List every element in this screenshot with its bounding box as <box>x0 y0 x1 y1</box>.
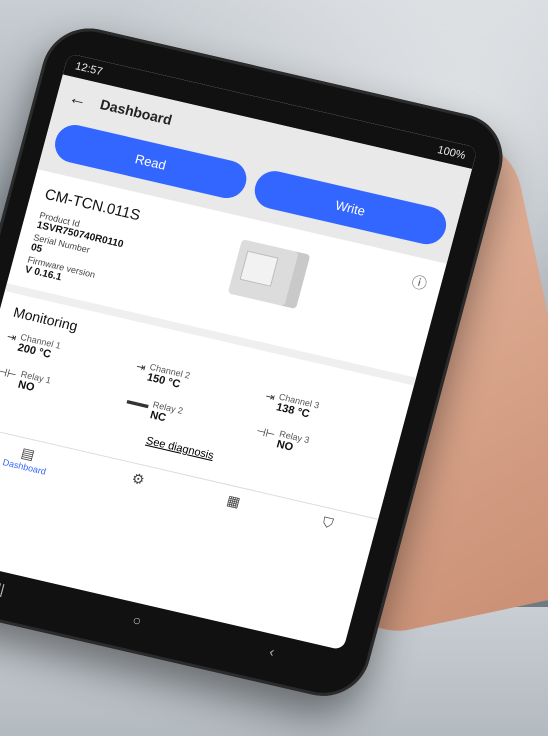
tab-dashboard[interactable]: ▤ Dashboard <box>2 441 52 477</box>
phone: 12:57 100% ← Dashboard Read Write CM-TCN… <box>0 0 548 736</box>
product-details: CM-TCN.011S Product Id 1SVR750740R0110 S… <box>23 186 143 299</box>
gear-icon: ⚙ <box>130 469 147 489</box>
tab-security[interactable]: ⛉ <box>318 514 335 542</box>
recents-icon[interactable]: ||| <box>0 579 6 597</box>
page-title: Dashboard <box>98 96 174 128</box>
channel-icon: ⇥ <box>134 360 147 375</box>
relay-icon: ⊣⊢ <box>254 425 277 442</box>
home-icon[interactable]: ○ <box>131 612 143 629</box>
arrow-left-icon[interactable]: ← <box>67 86 90 110</box>
channel-icon: ⇥ <box>263 390 277 405</box>
relay-icon: ⊣⊢ <box>0 365 18 382</box>
phone-screen: 12:57 100% ← Dashboard Read Write CM-TCN… <box>0 53 478 651</box>
back-icon[interactable]: ‹ <box>268 643 277 660</box>
device-icon: ▦ <box>225 491 243 511</box>
tab-device[interactable]: ▦ <box>222 492 242 521</box>
shield-check-icon: ⛉ <box>320 513 336 532</box>
relay-icon: ▬▬ <box>125 394 151 412</box>
channel-icon: ⇥ <box>5 330 18 345</box>
status-battery: 100% <box>436 144 467 162</box>
status-time: 12:57 <box>73 60 104 79</box>
device-image <box>216 229 322 317</box>
tab-settings[interactable]: ⚙ <box>127 470 146 499</box>
